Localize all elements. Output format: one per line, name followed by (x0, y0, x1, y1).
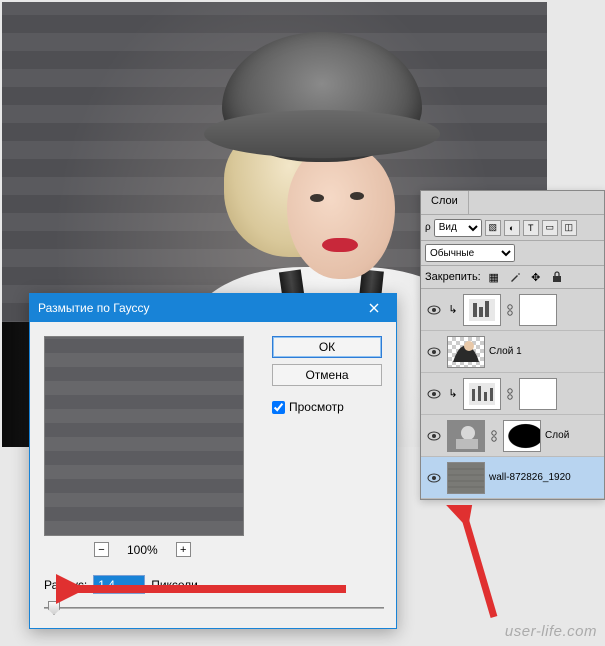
layer-thumbnail[interactable] (463, 378, 501, 410)
link-icon[interactable] (489, 430, 499, 442)
clip-indicator-icon: ↳ (447, 303, 459, 316)
zoom-level: 100% (127, 543, 158, 557)
layer-filter-bar: ρ Вид ▧ ◐ T ▭ ◫ (421, 215, 604, 241)
ok-button[interactable]: ОК (272, 336, 382, 358)
filter-adjust-icon[interactable]: ◐ (504, 220, 520, 236)
layer-name[interactable]: Слой 1 (489, 346, 522, 357)
zoom-in-button[interactable]: + (176, 542, 191, 557)
layer-thumbnail[interactable] (463, 294, 501, 326)
lock-all-icon[interactable] (549, 269, 565, 285)
filter-smart-icon[interactable]: ◫ (561, 220, 577, 236)
link-icon[interactable] (505, 304, 515, 316)
link-icon[interactable] (505, 388, 515, 400)
preview-checkbox[interactable] (272, 401, 285, 414)
layer-mask-thumbnail[interactable] (503, 420, 541, 452)
radius-unit: Пиксели (151, 578, 198, 592)
cancel-button[interactable]: Отмена (272, 364, 382, 386)
clip-indicator-icon: ↳ (447, 387, 459, 400)
lock-label: Закрепить: (425, 271, 481, 283)
zoom-out-button[interactable]: − (94, 542, 109, 557)
layer-name[interactable]: Слой (545, 430, 569, 441)
layer-row[interactable]: wall-872826_1920 (421, 457, 604, 499)
visibility-icon[interactable] (427, 473, 441, 483)
close-icon[interactable] (360, 294, 388, 322)
layer-name[interactable]: wall-872826_1920 (489, 472, 571, 483)
filter-pixel-icon[interactable]: ▧ (485, 220, 501, 236)
filter-kind-select[interactable]: Вид (434, 219, 482, 237)
filter-kind-icon: ρ (425, 222, 431, 233)
layer-thumbnail[interactable] (447, 420, 485, 452)
layer-row[interactable]: Слой (421, 415, 604, 457)
visibility-icon[interactable] (427, 305, 441, 315)
radius-slider[interactable] (44, 600, 384, 616)
visibility-icon[interactable] (427, 431, 441, 441)
lock-paint-icon[interactable] (507, 269, 523, 285)
layer-row[interactable]: ↳ (421, 289, 604, 331)
layers-panel: Слои ρ Вид ▧ ◐ T ▭ ◫ Обычные Закрепить: … (420, 190, 605, 500)
tab-layers[interactable]: Слои (421, 191, 469, 214)
blend-mode-select[interactable]: Обычные (425, 244, 515, 262)
radius-label: Радиус: (44, 578, 87, 592)
layer-row[interactable]: Слой 1 (421, 331, 604, 373)
filter-type-icon[interactable]: T (523, 220, 539, 236)
layer-row[interactable]: ↳ (421, 373, 604, 415)
preview-checkbox-row[interactable]: Просмотр (272, 400, 382, 414)
filter-shape-icon[interactable]: ▭ (542, 220, 558, 236)
visibility-icon[interactable] (427, 389, 441, 399)
lock-transparency-icon[interactable]: ▦ (486, 269, 502, 285)
radius-input[interactable] (93, 575, 145, 594)
layer-thumbnail[interactable] (447, 462, 485, 494)
layer-mask-thumbnail[interactable] (519, 378, 557, 410)
slider-thumb[interactable] (48, 601, 60, 615)
watermark: user-life.com (505, 623, 597, 640)
layer-mask-thumbnail[interactable] (519, 294, 557, 326)
layer-thumbnail[interactable] (447, 336, 485, 368)
dialog-titlebar[interactable]: Размытие по Гауссу (30, 294, 396, 322)
preview-checkbox-label: Просмотр (289, 400, 344, 414)
dialog-title: Размытие по Гауссу (38, 301, 149, 315)
visibility-icon[interactable] (427, 347, 441, 357)
lock-position-icon[interactable]: ✥ (528, 269, 544, 285)
gaussian-blur-dialog: Размытие по Гауссу − 100% + Радиус: Пикс… (29, 293, 397, 629)
filter-preview[interactable] (44, 336, 244, 536)
